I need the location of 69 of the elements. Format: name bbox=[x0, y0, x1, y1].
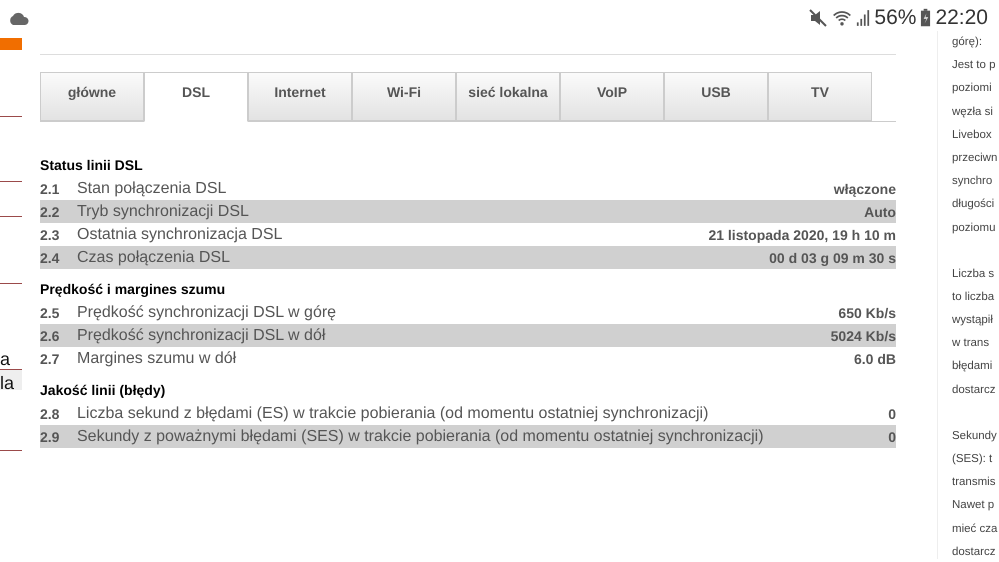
tab[interactable]: sieć lokalna bbox=[456, 72, 560, 121]
menu-text-fragment: la bbox=[0, 370, 22, 390]
row-label: Liczba sekund z błędami (ES) w trakcie pobierania (od momentu ostatniej synchronizacji) bbox=[77, 404, 710, 422]
row-label: Margines szumu w dół bbox=[77, 350, 238, 368]
row-value: 0 bbox=[888, 406, 896, 422]
help-text-line: transmis bbox=[952, 475, 996, 490]
help-text-line: mieć cza bbox=[952, 522, 998, 537]
row-number: 2.8 bbox=[40, 406, 60, 422]
row-label: Ostatnia synchronizacja DSL bbox=[77, 226, 284, 244]
help-text-line: Liczba s bbox=[952, 266, 996, 282]
help-text-line: przeciwn bbox=[952, 150, 998, 166]
help-text-line: Sekundy bbox=[952, 428, 998, 444]
row-value: Auto bbox=[864, 204, 896, 220]
menu-text-fragment: a bbox=[0, 350, 12, 368]
row-label: Czas połączenia DSL bbox=[77, 248, 231, 266]
row-value: 21 listopada 2020, 19 h 10 m bbox=[708, 226, 896, 242]
help-text-line: (SES): t bbox=[952, 452, 994, 467]
signal-icon bbox=[856, 8, 870, 28]
help-text-line: Jest to p bbox=[952, 58, 996, 74]
tab[interactable]: Internet bbox=[248, 72, 352, 121]
section-title: Prędkość i margines szumu bbox=[40, 280, 226, 299]
row-value: 00 d 03 g 09 m 30 s bbox=[769, 250, 896, 266]
help-text-line: wystąpił bbox=[952, 313, 994, 328]
row-number: 2.2 bbox=[40, 204, 60, 220]
row-label: Prędkość synchronizacji DSL w dół bbox=[77, 326, 326, 344]
mute-icon bbox=[808, 8, 828, 28]
row-label: Tryb synchronizacji DSL bbox=[77, 202, 250, 220]
help-text-line: poziomu bbox=[952, 220, 996, 236]
row-value: włączone bbox=[834, 180, 896, 196]
row-value: 6.0 dB bbox=[854, 350, 896, 366]
section-title: Jakość linii (błędy) bbox=[40, 381, 166, 400]
row-value: 650 Kb/s bbox=[838, 304, 896, 320]
row-number: 2.7 bbox=[40, 350, 60, 366]
help-text-line: Nawet p bbox=[952, 498, 996, 514]
help-text-line: dostarcz bbox=[952, 382, 996, 398]
row-number: 2.9 bbox=[40, 428, 60, 444]
menu-bar-fragment bbox=[0, 38, 22, 50]
help-text-line: to liczba bbox=[952, 290, 996, 305]
clock: 22:20 bbox=[935, 6, 988, 30]
help-text-line: dostarcz bbox=[952, 544, 996, 559]
row-label: Sekundy z poważnymi błędami (SES) w trakcie pobierania (od momentu ostatniej synchronizacji) bbox=[77, 428, 765, 446]
row-value: 5024 Kb/s bbox=[830, 328, 896, 344]
help-text-line: Livebox bbox=[952, 128, 993, 143]
row-number: 2.1 bbox=[40, 180, 60, 196]
tab[interactable]: Wi-Fi bbox=[352, 72, 456, 121]
battery-percentage: 56% bbox=[874, 6, 916, 30]
cloud-icon bbox=[8, 11, 30, 25]
tab[interactable]: DSL bbox=[144, 72, 248, 122]
help-text-line: synchro bbox=[952, 174, 994, 190]
tab[interactable]: TV bbox=[768, 72, 872, 121]
help-text-line: długości bbox=[952, 197, 996, 212]
battery-icon bbox=[920, 8, 932, 28]
row-value: 0 bbox=[888, 428, 896, 444]
help-text-line: błędami bbox=[952, 359, 994, 374]
help-text-line: poziomi bbox=[952, 81, 993, 96]
row-number: 2.3 bbox=[40, 226, 60, 242]
tab[interactable]: USB bbox=[664, 72, 768, 121]
row-label: Stan połączenia DSL bbox=[77, 180, 228, 198]
tab[interactable]: VoIP bbox=[560, 72, 664, 121]
help-text-line: w trans bbox=[952, 336, 990, 352]
section-title: Status linii DSL bbox=[40, 156, 144, 175]
tab[interactable]: główne bbox=[40, 72, 144, 121]
wifi-icon bbox=[832, 8, 852, 28]
row-label: Prędkość synchronizacji DSL w górę bbox=[77, 304, 338, 322]
row-number: 2.5 bbox=[40, 304, 60, 320]
help-text-line: górę): bbox=[952, 35, 984, 50]
row-number: 2.4 bbox=[40, 250, 60, 266]
row-number: 2.6 bbox=[40, 328, 60, 344]
help-text-line: węzła si bbox=[952, 104, 994, 120]
